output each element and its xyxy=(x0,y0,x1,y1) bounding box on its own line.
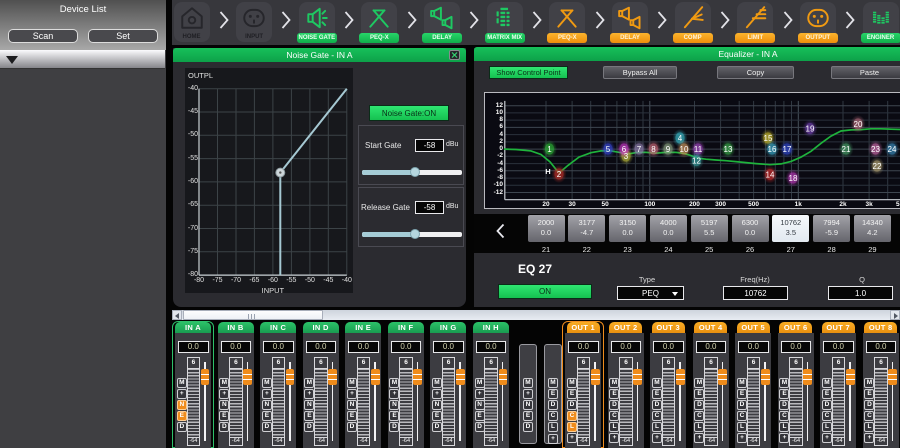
svg-text:16: 16 xyxy=(768,145,777,154)
svg-text:8: 8 xyxy=(651,145,656,154)
svg-text:14: 14 xyxy=(766,170,775,179)
svg-text:6: 6 xyxy=(622,145,627,154)
svg-text:18: 18 xyxy=(789,174,798,183)
svg-text:2: 2 xyxy=(557,170,562,179)
svg-text:21: 21 xyxy=(842,145,851,154)
svg-text:13: 13 xyxy=(724,145,733,154)
svg-text:H: H xyxy=(545,167,550,176)
svg-text:19: 19 xyxy=(806,124,815,133)
svg-text:4: 4 xyxy=(678,134,683,143)
svg-text:24: 24 xyxy=(888,145,897,154)
svg-text:5: 5 xyxy=(606,145,611,154)
svg-text:17: 17 xyxy=(783,145,792,154)
svg-text:22: 22 xyxy=(873,162,882,171)
svg-text:20: 20 xyxy=(854,120,863,129)
svg-text:1: 1 xyxy=(547,145,552,154)
svg-text:7: 7 xyxy=(637,145,642,154)
svg-text:23: 23 xyxy=(871,145,880,154)
svg-text:12: 12 xyxy=(692,156,701,165)
svg-text:10: 10 xyxy=(680,145,689,154)
svg-text:9: 9 xyxy=(666,145,671,154)
svg-text:15: 15 xyxy=(764,134,773,143)
svg-text:11: 11 xyxy=(694,145,703,154)
